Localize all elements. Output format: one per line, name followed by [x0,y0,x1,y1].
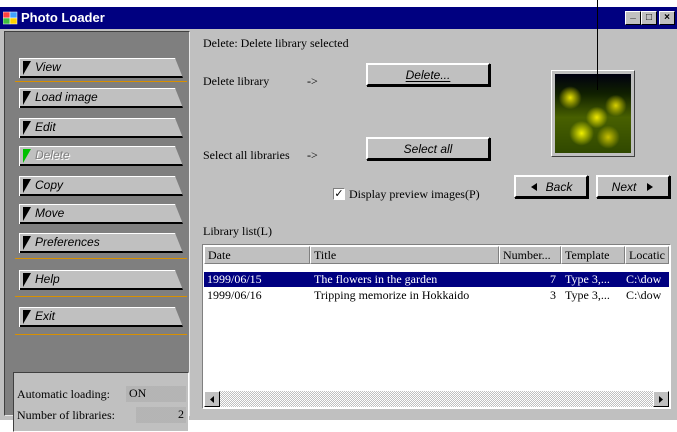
tab-marker-icon [23,207,31,221]
row-template: Type 3,... [565,288,610,302]
select-all-button[interactable]: Select all [366,137,490,160]
status-box: Automatic loading: ON Number of librarie… [13,372,189,432]
tab-marker-icon [23,236,31,250]
minimize-icon: _ [630,9,636,20]
maximize-button[interactable]: □ [641,11,657,25]
left-triangle-icon [210,395,214,403]
auto-loading-value: ON [126,386,186,402]
tab-marker-icon [23,273,31,287]
move-button[interactable]: Move [19,204,183,224]
row-date: 1999/06/16 [207,288,262,302]
delete-button-label: Delete [35,148,70,162]
nav-separator [15,81,187,82]
tab-marker-icon [23,121,31,135]
window-title: Photo Loader [21,10,105,25]
preferences-button-label: Preferences [35,235,100,249]
exit-button-label: Exit [35,309,56,323]
edit-button[interactable]: Edit [19,118,183,138]
right-triangle-icon [659,395,663,403]
column-header-template[interactable]: Template [561,246,625,264]
preview-image [555,74,631,153]
row-title: The flowers in the garden [314,272,438,286]
help-button[interactable]: Help [19,270,183,290]
photo-loader-icon [2,11,18,25]
row-template: Type 3,... [565,272,610,286]
next-button-label: Next [611,179,637,194]
minimize-button[interactable]: _ [625,9,641,25]
row-title: Tripping memorize in Hokkaido [314,288,470,302]
right-triangle-icon [647,182,654,191]
column-header-location[interactable]: Locatic [625,246,669,264]
load-image-button-label: Load image [35,90,98,104]
callout-pointer-line [597,0,598,90]
table-row[interactable]: 1999/06/15 The flowers in the garden 7 T… [204,272,669,287]
view-button-label: View [35,60,61,74]
tab-marker-icon [23,179,31,193]
row-location: C:\dow [626,288,662,302]
tab-marker-icon [23,91,31,105]
edit-button-label: Edit [35,120,56,134]
navigation-panel: View Load image Edit Delete Copy Move Pr… [4,31,190,432]
delete-library-label: Delete library [203,74,270,88]
scroll-right-button[interactable] [653,391,669,407]
left-triangle-icon [530,182,537,191]
close-icon: × [664,12,670,23]
exit-button[interactable]: Exit [19,307,183,327]
table-row[interactable]: 1999/06/16 Tripping memorize in Hokkaido… [204,288,669,303]
tab-marker-icon [23,61,31,75]
help-button-label: Help [35,272,60,286]
library-list-label: Library list(L) [203,224,272,238]
title-bar[interactable]: Photo Loader _ □ × [0,7,677,29]
back-button[interactable]: Back [514,175,588,198]
display-preview-checkbox[interactable]: ✓ [333,188,345,200]
display-preview-label: Display preview images(P) [349,187,480,201]
num-libraries-value: 2 [136,407,186,423]
row-date: 1999/06/15 [207,272,262,286]
row-location: C:\dow [626,272,662,286]
preview-frame [551,70,635,157]
row-number: 7 [550,272,556,286]
nav-separator [15,296,187,297]
active-marker-icon [23,149,31,163]
auto-loading-label: Automatic loading: [17,387,110,401]
back-button-label: Back [545,179,573,194]
tab-marker-icon [23,310,31,324]
row-number: 3 [550,288,556,302]
delete-library-button-label: Delete... [405,67,451,82]
delete-arrow: -> [307,74,318,88]
delete-button-nav[interactable]: Delete [19,146,183,166]
nav-separator [15,258,187,259]
nav-separator [15,334,187,335]
scroll-left-button[interactable] [204,391,220,407]
num-libraries-label: Number of libraries: [17,408,115,422]
next-button[interactable]: Next [596,175,670,198]
copy-button-label: Copy [35,178,64,192]
copy-button[interactable]: Copy [19,176,183,196]
delete-library-button[interactable]: Delete... [366,63,490,86]
select-all-label: Select all libraries [203,148,290,162]
select-all-button-label: Select all [403,141,453,156]
load-image-button[interactable]: Load image [19,88,183,108]
preferences-button[interactable]: Preferences [19,233,183,253]
maximize-icon: □ [645,12,653,23]
select-all-arrow: -> [307,148,318,162]
status-line: Delete: Delete library selected [203,36,349,50]
view-button[interactable]: View [19,58,183,78]
horizontal-scrollbar[interactable] [204,391,669,407]
move-button-label: Move [35,206,65,220]
close-button[interactable]: × [659,11,675,25]
checkmark-icon: ✓ [334,188,344,200]
column-header-number[interactable]: Number... [499,246,561,264]
column-header-title[interactable]: Title [310,246,499,264]
column-header-date[interactable]: Date [204,246,310,264]
app-window: Photo Loader _ □ × View Load image Edit … [0,7,677,432]
library-list[interactable]: Date Title Number... Template Locatic 19… [202,244,671,409]
